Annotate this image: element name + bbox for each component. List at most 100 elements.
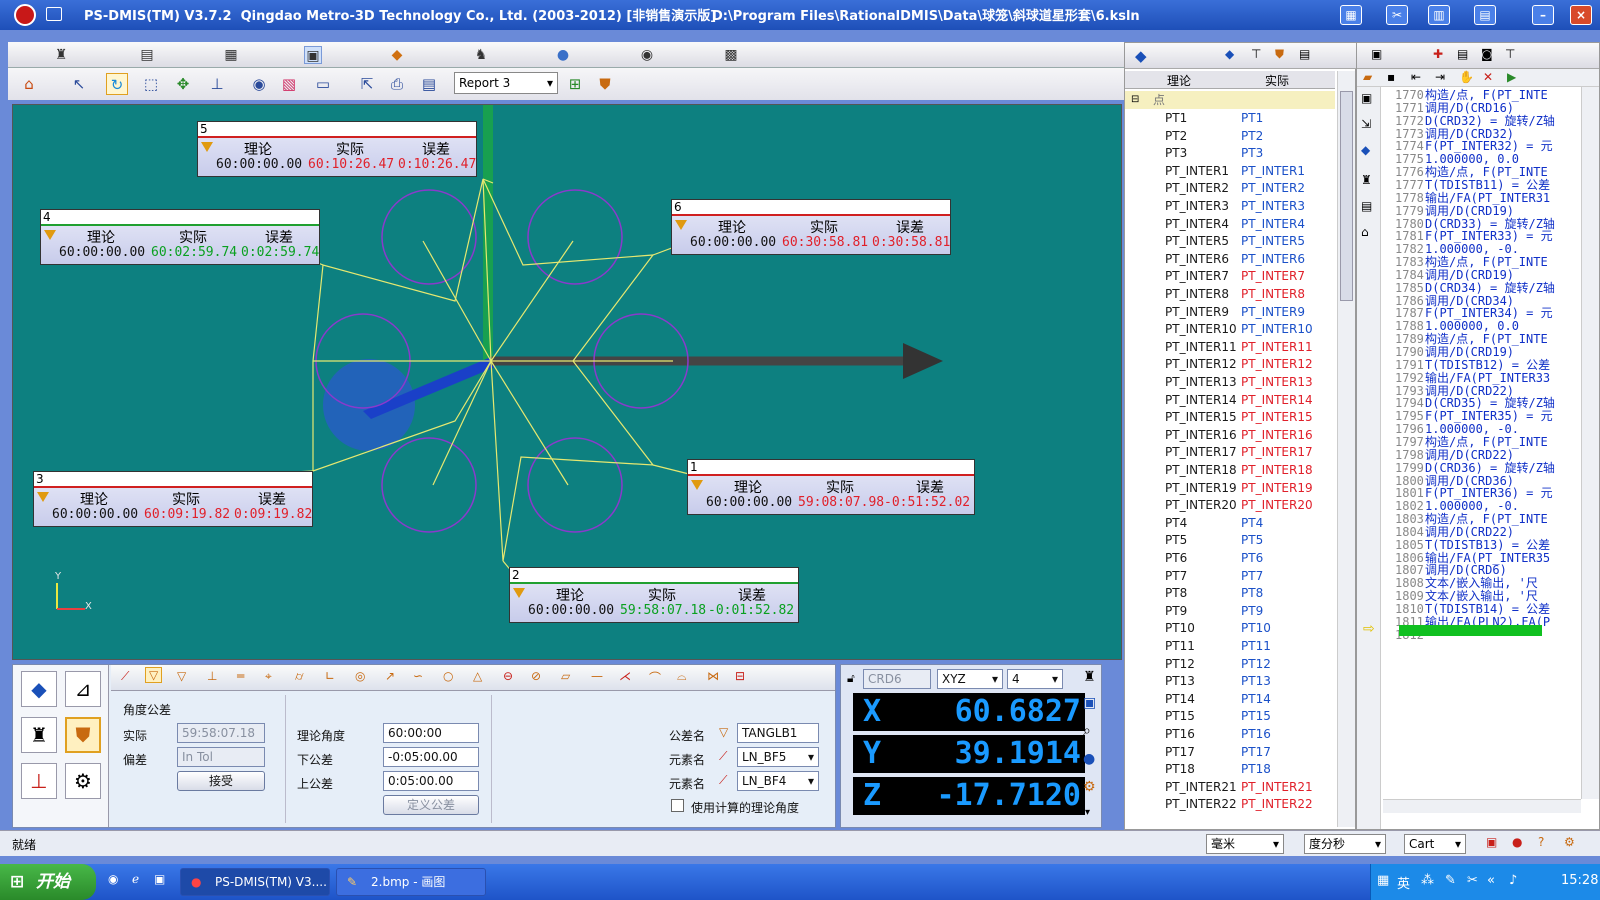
report-icon[interactable]: ▤ (418, 73, 440, 95)
angle-tol-icon[interactable]: ▽ (145, 667, 163, 683)
program-icon[interactable]: ▣ (1371, 47, 1382, 61)
tree-row[interactable]: PT11 PT11 (1125, 637, 1335, 655)
straightness-icon[interactable]: — (591, 669, 603, 683)
desktop-icon[interactable]: ▣ (154, 872, 165, 886)
eye-icon[interactable]: ◉ (248, 73, 270, 95)
code-line[interactable]: 1771 调用/D(CRD16) (1357, 101, 1599, 115)
tree-row[interactable]: PT17 PT17 (1125, 743, 1335, 761)
status-settings-icon[interactable]: ⚙ (1564, 835, 1575, 849)
system-menu-icon[interactable] (46, 7, 62, 21)
code-line[interactable]: 1777 T(TDISTB11) = 公差 (1357, 178, 1599, 192)
use-calc-checkbox[interactable] (671, 799, 684, 812)
template-icon[interactable]: ⛊ (594, 73, 616, 95)
tree-row[interactable]: PT8 PT8 (1125, 584, 1335, 602)
document-tab-icon[interactable]: ▤ (138, 46, 156, 64)
upper-tol-input[interactable]: 0:05:00.00 (383, 771, 479, 791)
tree-row[interactable]: PT5 PT5 (1125, 531, 1335, 549)
tree-row[interactable]: PT16 PT16 (1125, 725, 1335, 743)
tree-row[interactable]: PT15 PT15 (1125, 707, 1335, 725)
lower-tol-input[interactable]: -0:05:00.00 (383, 747, 479, 767)
window-tool-icon[interactable]: ▦ (1340, 5, 1362, 25)
tool2-icon[interactable]: ⊤ (1505, 47, 1515, 61)
quick-launch-icon[interactable]: ◉ (108, 872, 118, 886)
tree-row[interactable]: PT13 PT13 (1125, 672, 1335, 690)
tray-icon[interactable]: ✂ (1467, 873, 1478, 888)
tree-row[interactable]: PT_INTER12 PT_INTER12 (1125, 355, 1335, 373)
angle-label-box-1[interactable]: 1 理论 实际 误差 60:00:00.00 59:08:07.98 -0:51… (687, 459, 975, 515)
flatness-icon[interactable]: ▱ (561, 669, 570, 683)
tag-icon[interactable]: ⛊ (1275, 47, 1284, 62)
list-icon[interactable]: ▤ (1299, 47, 1310, 61)
surface-icon[interactable]: ⌓ (677, 669, 687, 684)
tree-row[interactable]: PT12 PT12 (1125, 655, 1335, 673)
coord-type-select[interactable]: Cart (1404, 834, 1466, 854)
accept-button[interactable]: 接受 (177, 771, 265, 791)
gear-icon[interactable]: ⚙ (1083, 779, 1096, 795)
tray-expand-icon[interactable]: « (1487, 873, 1495, 888)
parallel-icon[interactable]: ═ (237, 669, 244, 683)
element-select-2[interactable]: LN_BF4 ▾ (737, 771, 819, 791)
run-icon[interactable]: ✚ (1433, 47, 1443, 61)
report-select[interactable]: Report 3 (454, 72, 558, 94)
language-indicator[interactable]: 英 (1397, 873, 1410, 892)
tree-row[interactable]: PT_INTER10 PT_INTER10 (1125, 320, 1335, 338)
home-icon[interactable]: ⌂ (18, 73, 40, 95)
pointer-icon[interactable]: ↖ (68, 73, 90, 95)
tree-row[interactable]: PT6 PT6 (1125, 549, 1335, 567)
editor-vscroll[interactable] (1581, 87, 1599, 799)
circle-icon[interactable]: ○ (443, 669, 453, 683)
coord-system-field[interactable]: CRD6 (863, 669, 931, 689)
dmis-program-editor[interactable]: ▣ ✚ ▤ ◙ ⊤ ▰ ▪ ⇤ ⇥ ✋ ✕ ▶ ▣ ⇲ ◆ ♜ ▤ ⌂ 1770… (1356, 42, 1600, 830)
ie-icon[interactable]: ℯ (132, 872, 139, 886)
tree-row[interactable]: PT_INTER8 PT_INTER8 (1125, 285, 1335, 303)
task-psdmis[interactable]: ● PS-DMIS(TM) V3.... (180, 868, 330, 896)
filter-icon[interactable]: ⊤ (1251, 47, 1261, 61)
angle-label-box-6[interactable]: 6 理论 实际 误差 60:00:00.00 60:30:58.81 0:30:… (671, 199, 951, 255)
code-line[interactable]: 1799 D(CRD36) = 旋转/Z轴 (1357, 461, 1599, 475)
angle-label-box-3[interactable]: 3 理论 实际 误差 60:00:00.00 60:09:19.82 0:09:… (33, 471, 313, 527)
chevron-down-icon[interactable]: ▾ (1085, 807, 1090, 818)
angle-format-select[interactable]: 度分秒 (1304, 834, 1386, 854)
editor-hscroll[interactable] (1383, 799, 1581, 813)
hand-icon[interactable]: ✋ (1459, 70, 1474, 84)
theo-angle-input[interactable]: 60:00:00 (383, 723, 479, 743)
code-line[interactable]: 1785 D(CRD34) = 旋转/Z轴 (1357, 281, 1599, 295)
export-icon[interactable]: ⇱ (356, 73, 378, 95)
tray-icon[interactable]: ⁂ (1421, 873, 1434, 888)
volume-icon[interactable]: ♪ (1509, 873, 1517, 888)
sphere-icon[interactable]: ● (1083, 751, 1095, 767)
tree-root[interactable]: ⊟ 点 (1125, 91, 1335, 109)
task-paint[interactable]: ✎ 2.bmp - 画图 (336, 868, 486, 896)
code-line[interactable]: 1791 T(TDISTB12) = 公差 (1357, 358, 1599, 372)
symmetry-icon[interactable]: ⋌ (619, 669, 631, 683)
tree-row[interactable]: PT_INTER20 PT_INTER20 (1125, 496, 1335, 514)
collapse-icon[interactable]: ⊟ (1131, 91, 1139, 109)
tree-row[interactable]: PT_INTER6 PT_INTER6 (1125, 250, 1335, 268)
code-line[interactable]: 1779 调用/D(CRD19) (1357, 204, 1599, 218)
tree-row[interactable]: PT_INTER3 PT_INTER3 (1125, 197, 1335, 215)
status-help-icon[interactable]: ? (1538, 835, 1544, 849)
open-icon[interactable]: ▰ (1363, 70, 1372, 84)
angle-label-box-4[interactable]: 4 理论 实际 误差 60:00:00.00 60:02:59.74 0:02:… (40, 209, 320, 265)
mirror-icon[interactable]: ⋈ (707, 669, 719, 683)
panel-icon[interactable]: ▣ (1083, 695, 1096, 711)
tree-row[interactable]: PT_INTER21 PT_INTER21 (1125, 778, 1335, 796)
tree-row[interactable]: PT1 PT1 (1125, 109, 1335, 127)
digits-select[interactable]: 4 ▾ (1007, 669, 1063, 689)
probe-tab-icon[interactable]: ♜ (52, 46, 70, 64)
width-icon[interactable]: ⊟ (735, 669, 745, 683)
code-line[interactable]: 1784 调用/D(CRD19) (1357, 268, 1599, 282)
angularity-icon[interactable]: ▽ (177, 669, 186, 683)
search-icon[interactable]: ⌕ (1083, 723, 1091, 739)
table-tab-icon[interactable]: ▦ (222, 46, 240, 64)
3d-viewport[interactable]: Y X 5 理论 实际 误差 60:00:00.00 60:10:26.47 0… (12, 104, 1122, 660)
step-icon[interactable]: ▶ (1507, 70, 1516, 84)
position-icon[interactable]: ⌖ (265, 669, 272, 684)
define-tol-button[interactable]: 定义公差 (383, 795, 479, 815)
tol-name-input[interactable]: TANGLB1 (737, 723, 819, 743)
layout-icon[interactable]: ▥ (1428, 5, 1450, 25)
tree-row[interactable]: PT_INTER16 PT_INTER16 (1125, 426, 1335, 444)
ime-icon[interactable]: ▦ (1377, 873, 1389, 888)
disk-tab-icon[interactable]: ◉ (638, 46, 656, 64)
tree-row[interactable]: PT10 PT10 (1125, 619, 1335, 637)
